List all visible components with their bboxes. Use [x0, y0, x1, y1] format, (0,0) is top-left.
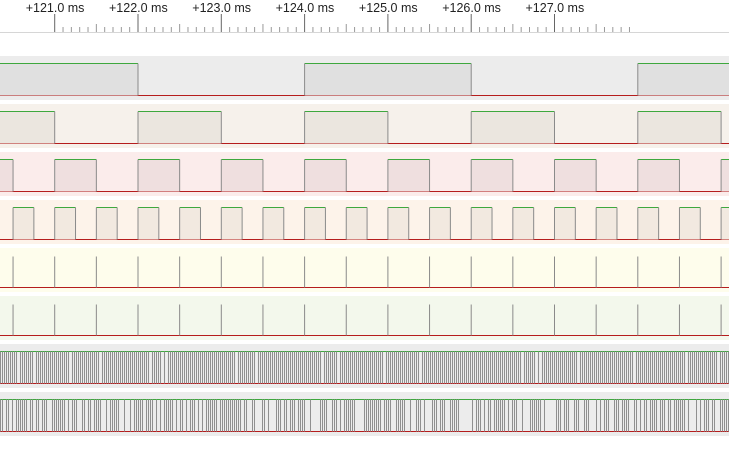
- waveform-ch4: [0, 256, 729, 288]
- high-pulse-fill: [721, 159, 729, 192]
- high-pulse-fill: [179, 207, 201, 240]
- trace-row-ch3[interactable]: [0, 200, 729, 244]
- high-pulse-fill: [471, 207, 493, 240]
- high-pulse-fill: [596, 207, 617, 240]
- high-pulse-fill: [304, 111, 388, 144]
- high-pulse-fill: [387, 207, 409, 240]
- high-pulse-fill: [637, 111, 722, 144]
- high-pulse-fill: [346, 207, 368, 240]
- high-pulse-fill: [262, 207, 284, 240]
- high-pulse-fill: [96, 207, 118, 240]
- high-pulse-fill: [387, 159, 430, 192]
- high-pulse-fill: [637, 207, 659, 240]
- high-pulse-fill: [471, 111, 555, 144]
- waveform-ch3: [0, 207, 729, 240]
- ruler-tick-label: +123.0 ms: [192, 1, 252, 15]
- high-pulse-fill: [554, 159, 597, 192]
- high-pulse-fill: [512, 207, 534, 240]
- trace-row-ch5[interactable]: [0, 296, 729, 340]
- high-pulse-fill: [138, 207, 159, 240]
- high-pulse-fill: [0, 159, 14, 192]
- waveform-ch6: [0, 351, 729, 384]
- high-pulse-fill: [679, 207, 701, 240]
- waveform-ch0: [0, 63, 729, 96]
- ruler-tick-label: +121.0 ms: [25, 1, 85, 15]
- ruler-tick-label: +122.0 ms: [109, 1, 168, 15]
- high-pulse-fill: [304, 159, 347, 192]
- high-pulse-fill: [54, 207, 76, 240]
- high-pulse-fill: [221, 207, 243, 240]
- high-pulse-fill: [637, 63, 729, 96]
- waveform-ch2: [0, 159, 729, 192]
- waveform-ch5: [0, 304, 729, 336]
- trace-row-ch6[interactable]: [0, 344, 729, 388]
- high-pulse-fill: [304, 207, 326, 240]
- ruler-tick-label: +125.0 ms: [358, 1, 418, 15]
- ruler-tick-label: +127.0 ms: [525, 1, 585, 15]
- high-pulse-fill: [54, 159, 97, 192]
- high-pulse-fill: [13, 207, 34, 240]
- high-pulse-fill: [554, 207, 576, 240]
- trace-row-ch7[interactable]: [0, 392, 729, 436]
- high-pulse-fill: [471, 159, 513, 192]
- high-pulse-fill: [0, 111, 55, 144]
- high-pulse-fill: [138, 111, 222, 144]
- waveform-ch7: [0, 399, 729, 432]
- high-pulse-fill: [0, 63, 138, 96]
- time-ruler[interactable]: +121.0 ms +122.0 ms +123.0 ms +124.0 ms +125…: [0, 0, 729, 33]
- trace-row-ch4[interactable]: [0, 248, 729, 292]
- trace-row-ch2[interactable]: [0, 152, 729, 196]
- high-pulse-fill: [721, 207, 729, 240]
- trace-row-ch1[interactable]: [0, 104, 729, 148]
- ruler-tick-label: +124.0 ms: [275, 1, 335, 15]
- ruler-tick-label: +126.0 ms: [442, 1, 501, 15]
- high-pulse-fill: [429, 207, 451, 240]
- high-pulse-fill: [221, 159, 263, 192]
- high-pulse-fill: [637, 159, 680, 192]
- waveform-ch1: [0, 111, 729, 144]
- high-pulse-fill: [138, 159, 180, 192]
- trace-row-ch0[interactable]: [0, 56, 729, 100]
- high-pulse-fill: [304, 63, 472, 96]
